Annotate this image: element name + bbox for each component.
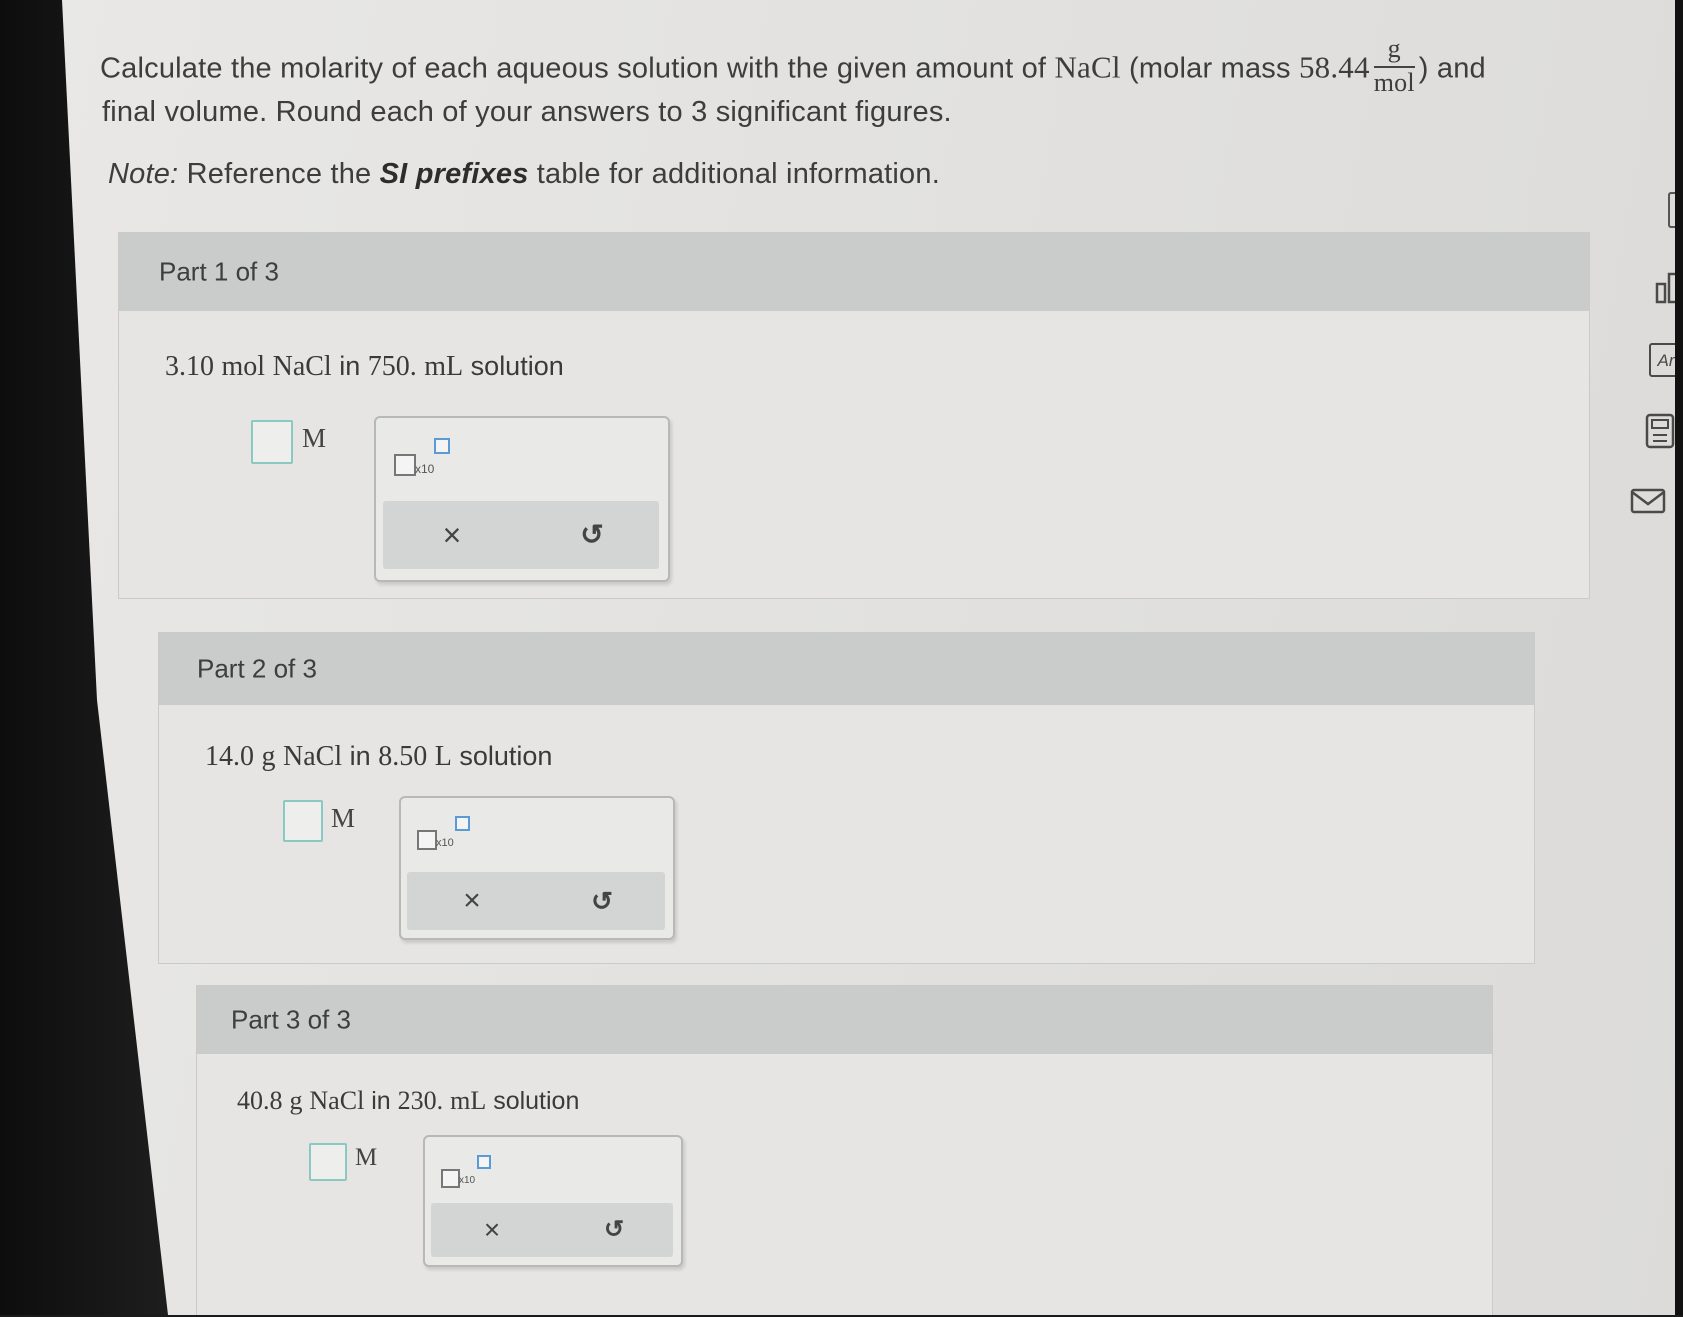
screen: Calculate the molarity of each aqueous s…	[0, 0, 1683, 1315]
molar-mass-label: (molar mass	[1128, 52, 1291, 85]
in-word: in	[371, 1087, 391, 1115]
undo-icon[interactable]: ↺	[591, 888, 613, 914]
part-2-panel: Part 2 of 3 14.0 g NaCl in 8.50 L soluti…	[158, 632, 1535, 964]
in-word: in	[339, 351, 361, 381]
part-3-action-bar: × ↺	[431, 1203, 673, 1257]
part-3-answer-input[interactable]	[309, 1143, 347, 1181]
formula: NaCl	[272, 351, 332, 382]
part-2-answer-input[interactable]	[283, 800, 323, 842]
clear-icon[interactable]: ×	[443, 519, 462, 551]
x10-label: x10	[415, 462, 435, 476]
part-3-question: 40.8 g NaCl in 230. mL solution	[237, 1086, 579, 1116]
part-1-title: Part 1 of 3	[159, 256, 279, 287]
part-1-answer-unit: M	[302, 423, 327, 453]
part-2-math-toolbar: x10 × ↺	[399, 796, 675, 940]
part-1-action-bar: × ↺	[383, 501, 659, 569]
problem-text: Calculate the molarity of each aqueous s…	[100, 52, 1047, 85]
solution-word: solution	[459, 741, 553, 771]
part-2-header: Part 2 of 3	[159, 633, 1534, 705]
amount: 40.8	[237, 1086, 283, 1115]
x10-label: x10	[459, 1175, 476, 1186]
unit-denominator: mol	[1373, 68, 1415, 97]
part-2-answer-unit: M	[331, 803, 356, 833]
solution-word: solution	[470, 351, 564, 381]
volume-unit: mL	[450, 1086, 487, 1115]
formula-nacl: NaCl	[1054, 49, 1121, 85]
amount-unit: g	[289, 1086, 303, 1115]
part-3-answer-unit: M	[355, 1144, 378, 1171]
exponent-placeholder	[455, 816, 470, 831]
problem-line-1: Calculate the molarity of each aqueous s…	[100, 34, 1486, 102]
x10-power-button[interactable]: x10	[394, 438, 454, 478]
in-word: in	[349, 741, 371, 771]
periodic-table-label: Ar	[1657, 351, 1675, 370]
note-label: Note:	[108, 158, 179, 190]
base-placeholder	[417, 830, 437, 850]
part-1-panel: Part 1 of 3 3.10 mol NaCl in 750. mL sol…	[118, 232, 1590, 599]
part-3-math-toolbar: x10 × ↺	[423, 1135, 683, 1267]
amount-unit: g	[261, 741, 276, 772]
part-3-header: Part 3 of 3	[197, 986, 1492, 1054]
part-2-action-bar: × ↺	[407, 872, 665, 930]
clear-icon[interactable]: ×	[463, 886, 481, 916]
part-2-question: 14.0 g NaCl in 8.50 L solution	[205, 741, 552, 773]
amount: 3.10	[165, 351, 214, 382]
volume: 230.	[397, 1086, 444, 1115]
note-line: Note: Reference the SI prefixes table fo…	[108, 158, 940, 191]
part-1-answer-input[interactable]	[251, 420, 293, 464]
si-prefixes-link[interactable]: SI prefixes	[380, 158, 529, 190]
monitor-bezel-right	[1675, 0, 1683, 1315]
problem-line-2: final volume. Round each of your answers…	[102, 96, 952, 128]
undo-icon[interactable]: ↺	[604, 1218, 624, 1242]
note-text: Reference the	[186, 158, 372, 190]
amount-unit: mol	[221, 351, 266, 382]
note-text-end: table for additional information.	[536, 158, 940, 190]
volume: 8.50	[378, 741, 428, 772]
mail-icon[interactable]	[1630, 487, 1666, 520]
part-1-math-toolbar: x10 × ↺	[374, 416, 670, 582]
exponent-placeholder	[477, 1155, 491, 1169]
molar-mass-unit: g mol	[1373, 34, 1415, 98]
x10-label: x10	[436, 837, 454, 849]
base-placeholder	[394, 454, 416, 476]
x10-power-button[interactable]: x10	[441, 1155, 493, 1189]
part-1-header: Part 1 of 3	[119, 233, 1589, 311]
amount: 14.0	[205, 741, 254, 772]
undo-icon[interactable]: ↺	[580, 521, 603, 549]
formula: NaCl	[309, 1086, 365, 1115]
part-3-title: Part 3 of 3	[231, 1004, 351, 1035]
molar-mass-value: 58.44	[1298, 49, 1370, 85]
part-3-panel: Part 3 of 3 40.8 g NaCl in 230. mL solut…	[196, 985, 1493, 1315]
volume-unit: mL	[424, 351, 464, 382]
formula: NaCl	[283, 741, 343, 772]
problem-suffix: ) and	[1418, 52, 1486, 85]
solution-word: solution	[493, 1087, 580, 1115]
unit-numerator: g	[1373, 34, 1415, 68]
exponent-placeholder	[434, 438, 450, 454]
part-1-question: 3.10 mol NaCl in 750. mL solution	[165, 351, 564, 383]
part-2-title: Part 2 of 3	[197, 653, 317, 684]
volume-unit: L	[434, 741, 452, 772]
clear-icon[interactable]: ×	[484, 1216, 500, 1244]
calculator-icon[interactable]	[1645, 413, 1675, 454]
volume: 750.	[367, 351, 417, 382]
base-placeholder	[441, 1169, 460, 1188]
x10-power-button[interactable]: x10	[417, 816, 473, 852]
